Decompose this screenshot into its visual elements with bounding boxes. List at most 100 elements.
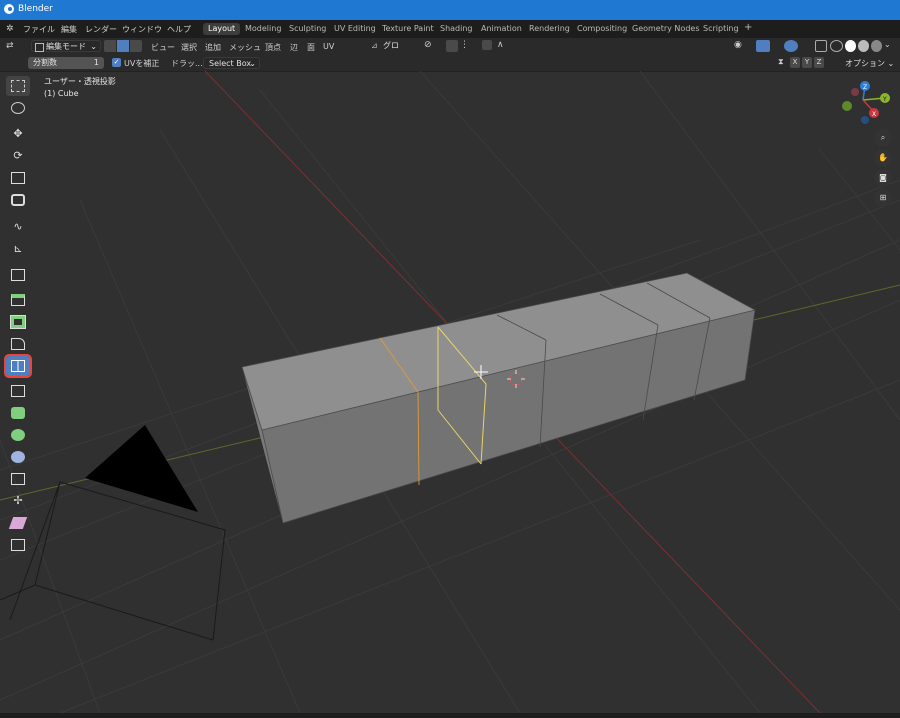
mirror-y-toggle[interactable]: Y [802,57,812,68]
camera-view-icon[interactable]: ◙ [874,169,892,187]
rip-icon [11,539,25,551]
tool-spin[interactable] [6,425,30,445]
tool-knife[interactable] [6,381,30,401]
mode-dropdown[interactable]: 編集モード ⌄ [31,40,101,52]
tool-rotate[interactable]: ⟳ [6,146,30,166]
add-workspace-button[interactable]: + [739,22,757,34]
menu-select[interactable]: 選択 [181,42,197,53]
vertex-select-icon[interactable] [104,40,116,52]
gizmo-neg-z-axis[interactable] [861,116,869,124]
tool-measure[interactable]: ⊾ [6,239,30,259]
number-of-cuts-field[interactable]: 分割数 1 [28,57,104,69]
drag-action-dropdown[interactable]: Select Box ⌄ [203,57,260,69]
correct-uv-label: UVを補正 [124,59,160,68]
face-select-icon[interactable] [130,40,142,52]
spin-icon [11,429,25,441]
tool-smooth[interactable] [6,447,30,467]
tab-shading[interactable]: Shading [435,23,478,35]
rendered-shading-icon[interactable] [871,40,882,52]
cuts-label: 分割数 [33,58,57,67]
tool-bevel[interactable] [6,334,30,354]
visibility-icon[interactable]: ◉ [734,40,750,52]
falloff-icon[interactable]: ∧ [497,40,511,52]
tool-add-cube[interactable] [6,265,30,285]
perspective-toggle-icon[interactable]: ⊞ [874,189,892,207]
tool-shrink-fatten[interactable]: ✢ [6,491,30,511]
edit-mode-icon [35,43,44,52]
tab-sculpting[interactable]: Sculpting [284,23,331,35]
material-shading-icon[interactable] [858,40,869,52]
edge-select-icon[interactable] [117,40,129,52]
snap-target-icon[interactable]: ⋮ [460,40,474,52]
proportional-edit-icon[interactable] [482,40,492,50]
chevron-down-icon: ⌄ [249,59,256,68]
tab-compositing[interactable]: Compositing [572,23,632,35]
menu-help[interactable]: ヘルプ [167,24,191,35]
tab-texture-paint[interactable]: Texture Paint [377,23,439,35]
menu-file[interactable]: ファイル [23,24,55,35]
mirror-x-toggle[interactable]: X [790,57,800,68]
tab-geometry-nodes[interactable]: Geometry Nodes [627,23,704,35]
menu-face[interactable]: 面 [307,42,315,53]
menu-add[interactable]: 追加 [205,42,221,53]
overlay-toggle-icon[interactable] [784,40,798,52]
gizmo-x-label: X [872,111,876,118]
annotate-icon: ∿ [13,220,23,233]
mirror-z-toggle[interactable]: Z [814,57,824,68]
tool-select-box[interactable] [6,76,30,96]
menu-edge[interactable]: 辺 [290,42,298,53]
menu-render[interactable]: レンダー [85,24,117,35]
tool-inset[interactable] [6,312,30,332]
gizmo-neg-y-axis[interactable] [842,101,852,111]
chevron-down-icon: ⌄ [90,42,97,51]
xray-icon[interactable] [815,40,827,52]
shading-mode-group [830,40,882,52]
menu-window[interactable]: ウィンドウ [122,24,162,35]
wireframe-shading-icon[interactable] [830,40,843,52]
tool-shear[interactable] [6,513,30,533]
cube-mesh[interactable] [241,272,756,524]
top-menu-bar: ✲ ファイル 編集 レンダー ウィンドウ ヘルプ Layout Modeling… [0,20,900,38]
tab-rendering[interactable]: Rendering [524,23,575,35]
transform-orientation-dropdown[interactable]: グロー… ⊿ [369,40,417,62]
correct-uv-checkbox[interactable]: ✓ [112,58,121,67]
tool-loop-cut[interactable] [4,354,32,378]
tab-modeling[interactable]: Modeling [240,23,286,35]
chevron-down-icon[interactable]: ⌄ [884,40,891,49]
tool-poly-build[interactable] [6,403,30,423]
add-cube-icon [11,269,25,281]
tool-scale[interactable] [6,168,30,188]
tool-rip[interactable] [6,535,30,555]
tool-move[interactable]: ✥ [6,124,30,144]
editor-type-icon[interactable]: ⇄ [6,40,18,52]
navigation-gizmo[interactable]: Z Y X [833,78,893,128]
tab-uv-editing[interactable]: UV Editing [329,23,381,35]
tool-annotate[interactable]: ∿ [6,217,30,237]
tool-transform[interactable] [6,190,30,210]
menu-view[interactable]: ビュー [151,42,175,53]
gizmo-neg-x-axis[interactable] [851,88,859,96]
tab-animation[interactable]: Animation [476,23,527,35]
tool-edge-slide[interactable] [6,469,30,489]
menu-uv[interactable]: UV [323,42,334,51]
menu-mesh[interactable]: メッシュ [229,42,261,53]
zoom-icon[interactable]: ⌕ [874,129,892,147]
snap-toggle-icon[interactable] [446,40,458,52]
solid-shading-icon[interactable] [845,40,856,52]
menu-vertex[interactable]: 頂点 [265,42,281,53]
measure-icon: ⊾ [13,242,23,255]
drag-action-value: Select Box [209,59,252,68]
shear-icon [8,517,28,529]
pivot-icon[interactable]: ⊘ [424,40,438,52]
blender-menu-icon[interactable]: ✲ [6,24,18,34]
gizmo-toggle-icon[interactable] [756,40,770,52]
tool-extrude[interactable] [6,290,30,310]
cuts-value: 1 [93,58,99,67]
tab-layout[interactable]: Layout [203,23,241,35]
tool-cursor[interactable] [6,98,30,118]
tab-scripting[interactable]: Scripting [698,23,744,35]
pan-hand-icon[interactable]: ✋ [874,149,892,167]
options-dropdown[interactable]: オプション ⌄ [845,58,894,69]
menu-edit[interactable]: 編集 [61,24,77,35]
3d-viewport[interactable] [0,71,900,713]
